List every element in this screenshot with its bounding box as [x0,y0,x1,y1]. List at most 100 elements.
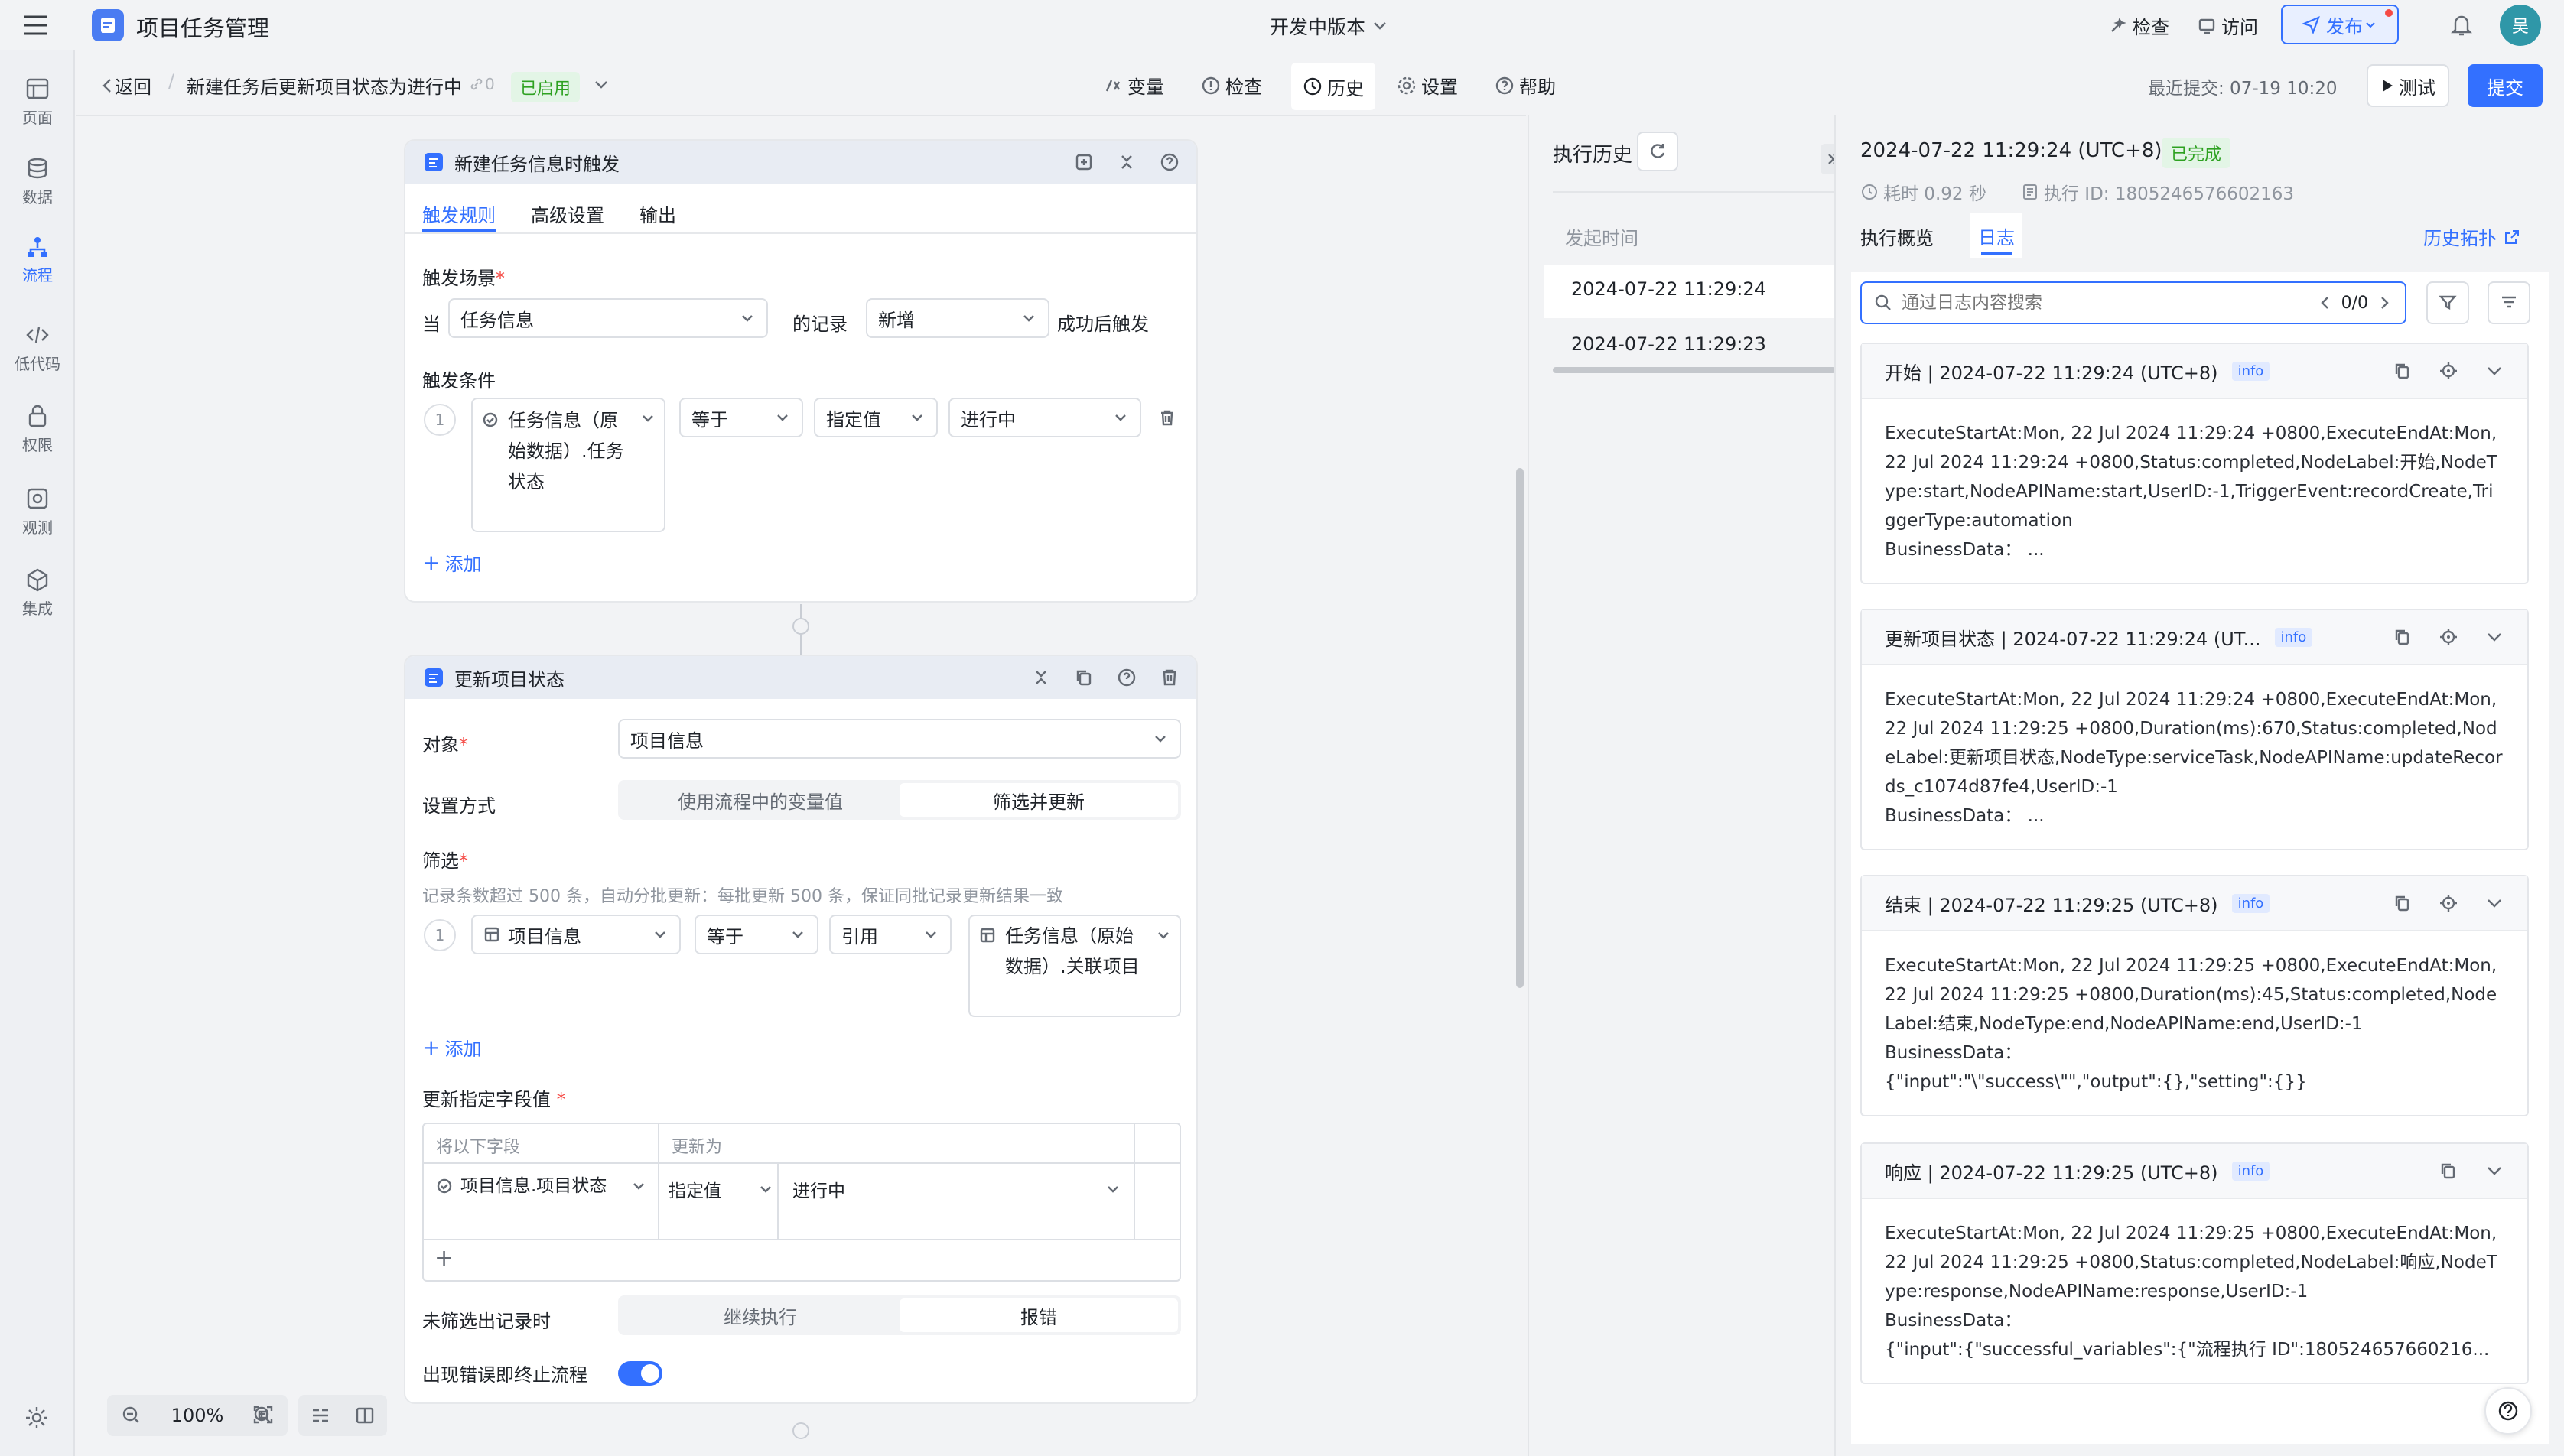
back-button[interactable]: 返回 [99,72,151,99]
update-node-card[interactable]: 更新项目状态 对象* 项目信息 设置方式 使用流程中的变量值 筛选并更新 筛选*… [404,655,1198,1404]
log-search-box[interactable]: 0/0 [1860,281,2406,324]
history-row-selected[interactable]: 2024-07-22 11:29:24 [1544,265,1834,318]
collapse-icon[interactable] [1031,668,1051,687]
tab-logs[interactable]: 日志 [1970,213,2022,258]
refresh-button[interactable] [1637,132,1678,171]
expand-icon[interactable] [1074,152,1094,172]
add-filter-button[interactable]: + 添加 [422,1034,481,1061]
chevron-down-icon[interactable] [2484,627,2504,647]
sort-button[interactable] [2488,281,2530,324]
tab-trigger-rules[interactable]: 触发规则 [422,200,496,227]
sidebar-item-pages[interactable]: 页面 [0,76,75,128]
trigger-node-card[interactable]: 新建任务信息时触发 触发规则 高级设置 输出 触发场景* 当 任务信息 的记录 … [404,139,1198,603]
help-float-button[interactable] [2484,1387,2532,1435]
no-record-segmented[interactable]: 继续执行 报错 [618,1295,1181,1335]
copy-icon[interactable] [2439,1161,2458,1181]
history-button[interactable]: 历史 [1291,63,1375,110]
locate-icon[interactable] [2439,627,2458,647]
option-error[interactable]: 报错 [900,1298,1178,1332]
action-select[interactable]: 新增 [866,298,1049,338]
filter-ref-select[interactable]: 引用 [829,915,952,954]
test-button[interactable]: 测试 [2367,64,2449,107]
row-type-select[interactable]: 指定值 [669,1176,774,1202]
chevron-down-icon[interactable] [2484,1161,2504,1181]
locate-icon[interactable] [2439,893,2458,913]
sidebar-item-flow[interactable]: 流程 [0,225,75,291]
error-stop-toggle[interactable] [618,1361,662,1386]
fit-view-icon[interactable] [248,1399,278,1430]
check-button[interactable]: 检查 [2108,12,2169,39]
collapse-icon[interactable] [1117,152,1137,172]
sidebar-item-lowcode[interactable]: 低代码 [0,323,75,374]
copy-icon[interactable] [2393,893,2413,913]
sidebar-item-data[interactable]: 数据 [0,156,75,207]
version-dropdown[interactable]: 开发中版本 [1270,12,1390,40]
mode-segmented[interactable]: 使用流程中的变量值 筛选并更新 [618,780,1181,820]
condition-value-select[interactable]: 进行中 [948,398,1141,437]
copy-icon[interactable] [1074,668,1094,687]
help-icon[interactable] [1117,668,1137,687]
top-bar: 项目任务管理 开发中版本 检查 访问 发布 吴 [0,0,2564,50]
copy-icon[interactable] [2393,361,2413,381]
inspect-button[interactable]: 检查 [1201,72,1262,99]
menu-icon[interactable] [23,14,49,37]
history-row[interactable]: 2024-07-22 11:29:23 [1544,320,1834,373]
next-match-icon[interactable] [2376,294,2393,311]
chevron-down-icon[interactable] [2484,893,2504,913]
add-node-dot[interactable] [792,618,809,635]
tab-output[interactable]: 输出 [639,200,676,227]
filter-value-select[interactable]: 任务信息（原始数据）.关联项目 [968,915,1181,1017]
delete-icon[interactable] [1160,668,1180,687]
history-topology-link[interactable]: 历史拓扑 [2423,223,2521,250]
tab-overview[interactable]: 执行概览 [1860,223,1934,250]
tab-advanced[interactable]: 高级设置 [531,200,604,227]
log-entry-header[interactable]: 更新项目状态 | 2024-07-22 11:29:24 (UT... info [1862,610,2527,665]
log-entry-header[interactable]: 结束 | 2024-07-22 11:29:25 (UTC+8) info [1862,876,2527,931]
avatar[interactable]: 吴 [2500,5,2541,46]
align-icon[interactable] [311,1406,330,1425]
filter-button[interactable] [2426,281,2469,324]
sidebar-item-permission[interactable]: 权限 [0,404,75,455]
prev-match-icon[interactable] [2317,294,2334,311]
publish-button[interactable]: 发布 [2281,5,2399,44]
help-icon[interactable] [1160,152,1180,172]
bell-icon[interactable] [2449,11,2474,37]
add-condition-button[interactable]: + 添加 [422,549,481,576]
locate-icon[interactable] [2439,361,2458,381]
minimap-icon[interactable] [355,1406,375,1425]
visit-button[interactable]: 访问 [2197,12,2258,39]
log-entry-header[interactable]: 响应 | 2024-07-22 11:29:25 (UTC+8) info [1862,1144,2527,1199]
sidebar-item-observe[interactable]: 观测 [0,486,75,538]
log-business-data: BusinessData： [1885,1043,2022,1063]
copy-icon[interactable] [2393,627,2413,647]
row-field-select[interactable]: 项目信息.项目状态 [436,1172,650,1201]
row-value-select[interactable]: 进行中 [792,1176,1121,1202]
filter-operator-select[interactable]: 等于 [695,915,818,954]
update-object-select[interactable]: 项目信息 [618,719,1181,759]
filter-field-select[interactable]: 项目信息 [471,915,681,954]
delete-condition-icon[interactable] [1158,408,1176,427]
log-entry-header[interactable]: 开始 | 2024-07-22 11:29:24 (UTC+8) info [1862,344,2527,399]
canvas-scrollbar[interactable] [1516,468,1524,988]
help-button[interactable]: 帮助 [1495,72,1556,99]
last-submit: 最近提交: 07-19 10:20 [2148,79,2338,99]
history-scrollbar[interactable] [1553,367,1836,373]
settings-icon[interactable] [23,1404,50,1432]
settings-button[interactable]: 设置 [1397,72,1458,99]
variables-button[interactable]: 变量 [1103,72,1164,99]
option-continue[interactable]: 继续执行 [621,1298,900,1332]
status-dropdown[interactable] [592,75,610,93]
condition-field-select[interactable]: 任务信息（原始数据）.任务状态 [471,398,665,532]
submit-button[interactable]: 提交 [2468,64,2543,107]
condition-operator-select[interactable]: 等于 [679,398,803,437]
add-row-button[interactable]: + [434,1245,454,1272]
zoom-out-icon[interactable] [122,1406,142,1425]
condition-value-type-select[interactable]: 指定值 [814,398,938,437]
mode-option-filter[interactable]: 筛选并更新 [900,783,1178,817]
chevron-down-icon[interactable] [2484,361,2504,381]
add-node-dot[interactable] [792,1422,809,1439]
object-select[interactable]: 任务信息 [448,298,768,338]
mode-option-variable[interactable]: 使用流程中的变量值 [621,783,900,817]
sidebar-item-integration[interactable]: 集成 [0,567,75,619]
log-search-input[interactable] [1902,293,2317,313]
